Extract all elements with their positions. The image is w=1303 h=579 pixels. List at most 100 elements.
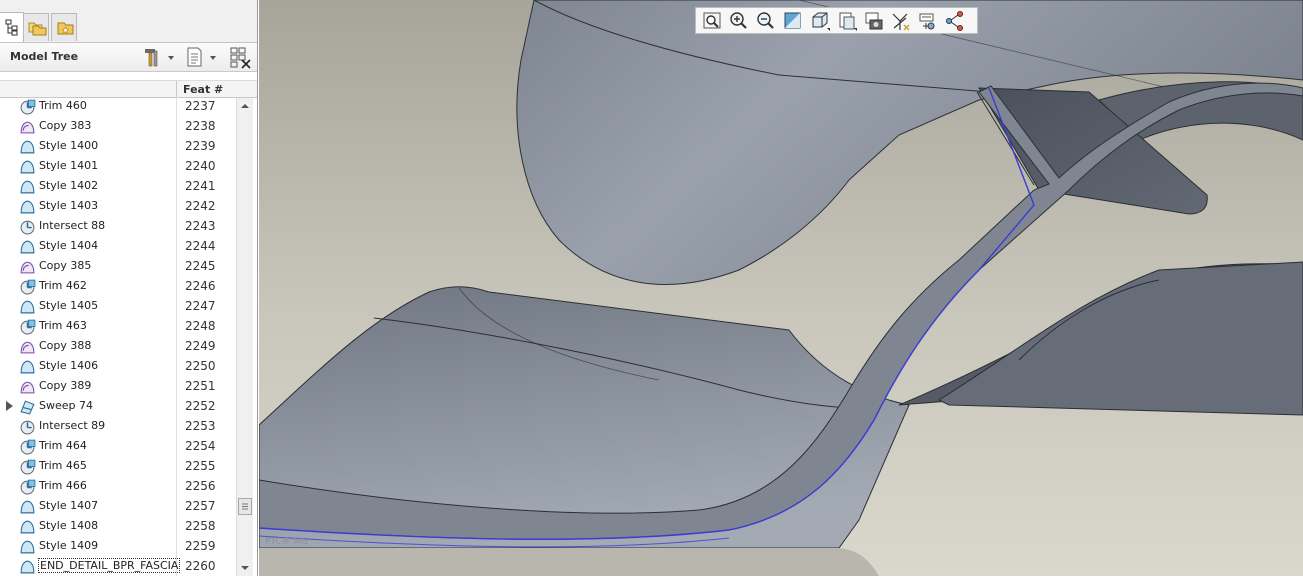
tree-item-label[interactable]: Copy 383 (39, 119, 91, 132)
tree-row[interactable]: Trim 460 2237 (0, 97, 236, 117)
tree-row[interactable]: Style 1409 2259 (0, 537, 236, 557)
tree-item-label[interactable]: Style 1400 (39, 139, 98, 152)
feat-number: 2248 (185, 319, 216, 333)
view-manager-button[interactable] (863, 10, 885, 31)
tree-item-label[interactable]: Style 1406 (39, 359, 98, 372)
copy-icon (19, 118, 36, 138)
scroll-up-arrow-icon[interactable] (237, 98, 253, 114)
saved-views-button[interactable] (836, 10, 858, 31)
tree-row[interactable]: Trim 463 2248 (0, 317, 236, 337)
tree-item-label[interactable]: Style 1402 (39, 179, 98, 192)
style-icon (19, 518, 36, 538)
tree-row[interactable]: Style 1401 2240 (0, 157, 236, 177)
tree-row[interactable]: Intersect 89 2253 (0, 417, 236, 437)
tree-row[interactable]: Style 1406 2250 (0, 357, 236, 377)
model-tree-tab[interactable] (0, 12, 24, 42)
zoom-out-button[interactable] (755, 10, 777, 31)
tree-item-label[interactable]: Style 1408 (39, 519, 98, 532)
tree-row[interactable]: Copy 385 2245 (0, 257, 236, 277)
style-icon (19, 558, 36, 576)
refit-icon (703, 12, 721, 29)
model-tree-title: Model Tree (10, 50, 79, 63)
tree-row[interactable]: Style 1405 2247 (0, 297, 236, 317)
tree-item-label[interactable]: Sweep 74 (39, 399, 93, 412)
copy-icon (19, 338, 36, 358)
list-show-icon (187, 47, 216, 67)
tree-item-label[interactable]: Trim 466 (39, 479, 87, 492)
tree-row[interactable]: Copy 388 2249 (0, 337, 236, 357)
tree-row[interactable]: Intersect 88 2243 (0, 217, 236, 237)
sweep-icon (19, 398, 36, 418)
tree-item-label[interactable]: Style 1403 (39, 199, 98, 212)
feat-number: 2252 (185, 399, 216, 413)
tree-vertical-scrollbar[interactable] (236, 98, 253, 576)
scroll-thumb[interactable] (238, 498, 252, 515)
viewport-watermark: PTC® MG (265, 537, 309, 547)
tree-item-label[interactable]: Trim 460 (39, 99, 87, 112)
spin-center-button[interactable] (944, 10, 966, 31)
trim-icon (19, 458, 36, 478)
copy-icon (19, 378, 36, 398)
feat-number: 2244 (185, 239, 216, 253)
favorites-folder-icon (57, 22, 74, 35)
tree-item-label[interactable]: END_DETAIL_BPR_FASCIA (38, 558, 181, 573)
tree-row[interactable]: Trim 464 2254 (0, 437, 236, 457)
feat-number: 2237 (185, 99, 216, 113)
graphics-viewport[interactable]: PTC® MG (259, 0, 1303, 576)
favorites-tab[interactable] (51, 13, 77, 41)
annotation-display-button[interactable] (917, 10, 939, 31)
style-icon (19, 158, 36, 178)
trim-icon (19, 478, 36, 498)
feat-number: 2241 (185, 179, 216, 193)
tree-row[interactable]: Style 1407 2257 (0, 497, 236, 517)
tree-item-label[interactable]: Style 1405 (39, 299, 98, 312)
copy-icon (19, 258, 36, 278)
tree-item-label[interactable]: Style 1407 (39, 499, 98, 512)
feat-number-column-header[interactable]: Feat # (183, 83, 223, 96)
model-tree-panel: Model Tree Feat # Trim 460 2237 Copy 383… (0, 0, 258, 576)
style-icon (19, 498, 36, 518)
tree-item-label[interactable]: Style 1401 (39, 159, 98, 172)
tree-row[interactable]: Sweep 74 2252 (0, 397, 236, 417)
settings-button[interactable] (141, 46, 177, 68)
tree-row[interactable]: Style 1400 2239 (0, 137, 236, 157)
tree-row[interactable]: Style 1403 2242 (0, 197, 236, 217)
display-style-button[interactable] (809, 10, 831, 31)
tree-row[interactable]: Trim 462 2246 (0, 277, 236, 297)
saved-views-icon (839, 12, 857, 31)
tree-item-label[interactable]: Style 1404 (39, 239, 98, 252)
tree-row[interactable]: Copy 383 2238 (0, 117, 236, 137)
annotation-display-icon (919, 13, 935, 30)
tree-filters-button[interactable] (229, 46, 253, 69)
tree-item-label[interactable]: Trim 462 (39, 279, 87, 292)
spin-center-icon (946, 11, 963, 31)
folder-browser-tab[interactable] (23, 13, 49, 41)
tree-item-label[interactable]: Intersect 89 (39, 419, 105, 432)
tree-item-label[interactable]: Copy 389 (39, 379, 91, 392)
feat-number: 2243 (185, 219, 216, 233)
datum-display-button[interactable] (890, 10, 912, 31)
tree-item-label[interactable]: Trim 464 (39, 439, 87, 452)
tree-row[interactable]: Copy 389 2251 (0, 377, 236, 397)
tree-item-label[interactable]: Trim 463 (39, 319, 87, 332)
intersect-icon (19, 218, 36, 238)
zoom-in-button[interactable] (728, 10, 750, 31)
tree-item-label[interactable]: Copy 388 (39, 339, 91, 352)
tree-row[interactable]: Style 1408 2258 (0, 517, 236, 537)
expand-arrow-icon[interactable] (5, 401, 14, 414)
model-tree-icon (5, 19, 18, 36)
tree-row[interactable]: Trim 466 2256 (0, 477, 236, 497)
model-surface-rendering[interactable] (259, 0, 1303, 576)
tree-item-label[interactable]: Style 1409 (39, 539, 98, 552)
refit-button[interactable] (701, 10, 723, 31)
show-button[interactable] (185, 46, 221, 68)
tree-item-label[interactable]: Trim 465 (39, 459, 87, 472)
repaint-button[interactable] (782, 10, 804, 31)
tree-row[interactable]: END_DETAIL_BPR_FASCIA 2260 (0, 557, 236, 576)
tree-row[interactable]: Trim 465 2255 (0, 457, 236, 477)
tree-item-label[interactable]: Copy 385 (39, 259, 91, 272)
tree-item-label[interactable]: Intersect 88 (39, 219, 105, 232)
scroll-down-arrow-icon[interactable] (237, 560, 253, 576)
tree-row[interactable]: Style 1404 2244 (0, 237, 236, 257)
tree-row[interactable]: Style 1402 2241 (0, 177, 236, 197)
